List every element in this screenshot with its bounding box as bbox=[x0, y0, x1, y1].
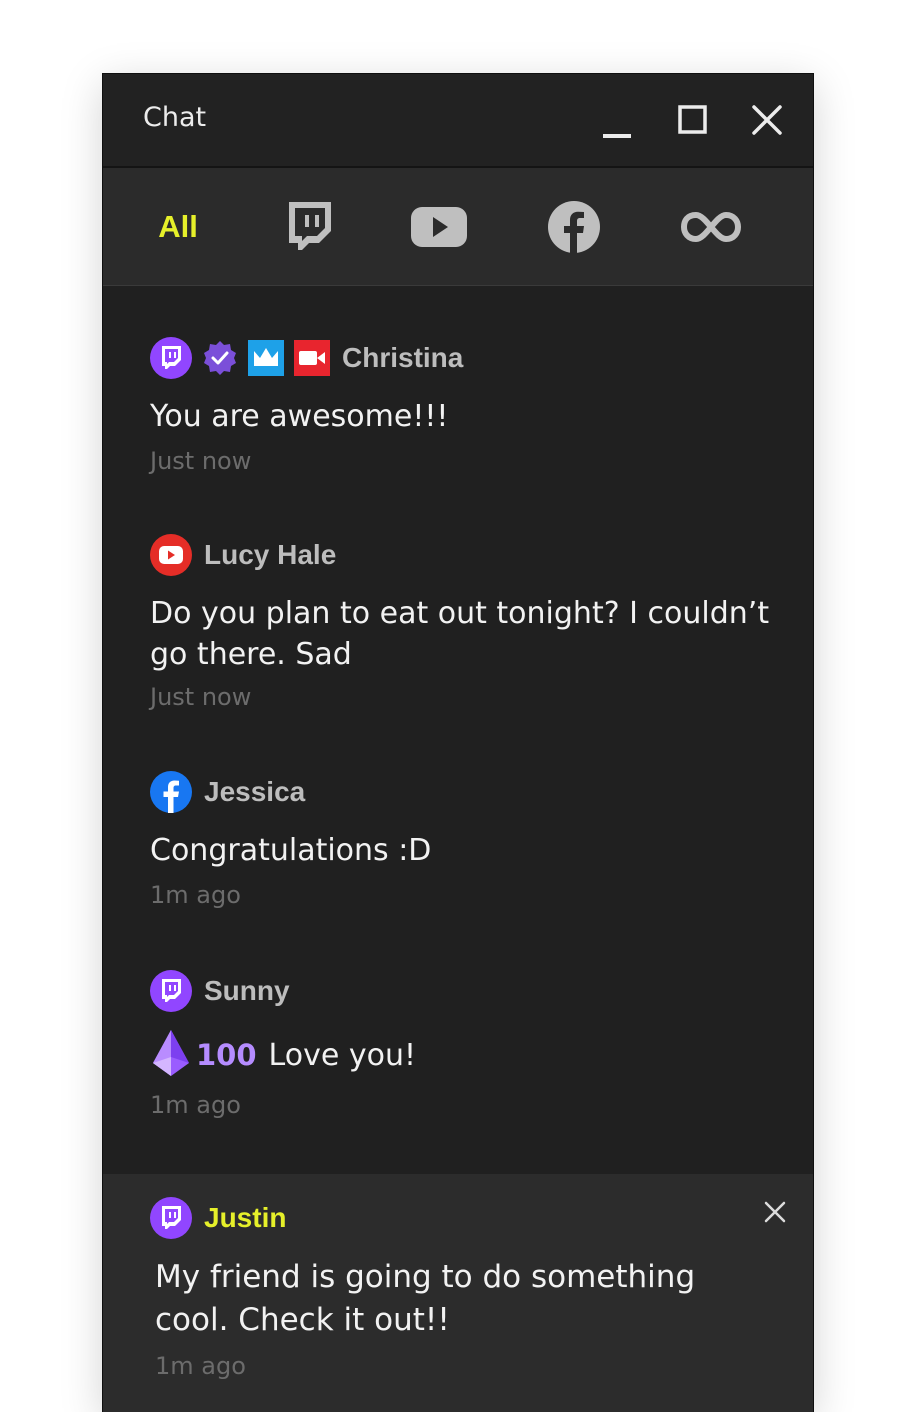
verified-badge-icon bbox=[202, 340, 238, 376]
close-icon bbox=[752, 105, 782, 135]
chat-feed[interactable]: Christina You are awesome!!! Just now Lu… bbox=[103, 286, 813, 1172]
maximize-icon bbox=[678, 105, 707, 134]
tab-youtube[interactable] bbox=[403, 168, 475, 285]
tab-all[interactable]: All bbox=[143, 168, 213, 285]
tab-all-platforms[interactable] bbox=[675, 168, 747, 285]
bits-amount: 100 bbox=[196, 1038, 257, 1072]
bits-gem-icon bbox=[150, 1029, 192, 1081]
tab-facebook[interactable] bbox=[538, 168, 610, 285]
chat-message: Christina You are awesome!!! Just now bbox=[150, 336, 770, 475]
chat-message: Jessica Congratulations :D 1m ago bbox=[150, 770, 770, 909]
chat-window: Chat All Christina You are awesome!!! Ju… bbox=[103, 74, 813, 1412]
message-time: 1m ago bbox=[150, 881, 241, 909]
message-text: Do you plan to eat out tonight? I couldn… bbox=[150, 596, 770, 672]
message-text: You are awesome!!! bbox=[150, 399, 449, 434]
message-time: 1m ago bbox=[155, 1352, 246, 1380]
title-bar: Chat bbox=[103, 74, 813, 168]
close-button[interactable] bbox=[743, 96, 791, 144]
highlighted-message: Justin My friend is going to do somethin… bbox=[103, 1174, 813, 1412]
chat-message: Lucy Hale Do you plan to eat out tonight… bbox=[150, 533, 770, 711]
tab-twitch[interactable] bbox=[273, 168, 345, 285]
platform-tabs: All bbox=[103, 168, 813, 286]
chat-message: Justin My friend is going to do somethin… bbox=[150, 1196, 770, 1380]
twitch-icon bbox=[150, 1197, 192, 1239]
username[interactable]: Jessica bbox=[204, 776, 305, 808]
facebook-icon bbox=[548, 200, 600, 253]
message-time: Just now bbox=[150, 447, 252, 475]
dismiss-button[interactable] bbox=[757, 1194, 793, 1230]
minimize-button[interactable] bbox=[593, 96, 641, 144]
facebook-icon bbox=[150, 771, 192, 813]
twitch-icon bbox=[289, 201, 331, 250]
minimize-icon bbox=[603, 134, 631, 138]
youtube-icon bbox=[150, 534, 192, 576]
camera-badge-icon bbox=[294, 340, 330, 376]
window-title: Chat bbox=[143, 102, 207, 133]
message-text: Love you! bbox=[268, 1037, 416, 1073]
message-text: My friend is going to do something cool.… bbox=[155, 1259, 696, 1338]
username[interactable]: Sunny bbox=[204, 975, 290, 1007]
username[interactable]: Christina bbox=[342, 342, 463, 374]
youtube-icon bbox=[411, 206, 467, 247]
message-time: Just now bbox=[150, 683, 252, 711]
crown-badge-icon bbox=[248, 340, 284, 376]
infinity-icon bbox=[680, 211, 742, 242]
message-time: 1m ago bbox=[150, 1091, 241, 1119]
username[interactable]: Lucy Hale bbox=[204, 539, 336, 571]
message-text: Congratulations :D bbox=[150, 833, 432, 868]
close-icon bbox=[764, 1201, 786, 1223]
maximize-button[interactable] bbox=[669, 96, 717, 144]
chat-message: Sunny 100 Love you! 1m ago bbox=[150, 969, 770, 1119]
twitch-icon bbox=[150, 970, 192, 1012]
username[interactable]: Justin bbox=[204, 1202, 286, 1234]
twitch-icon bbox=[150, 337, 192, 379]
